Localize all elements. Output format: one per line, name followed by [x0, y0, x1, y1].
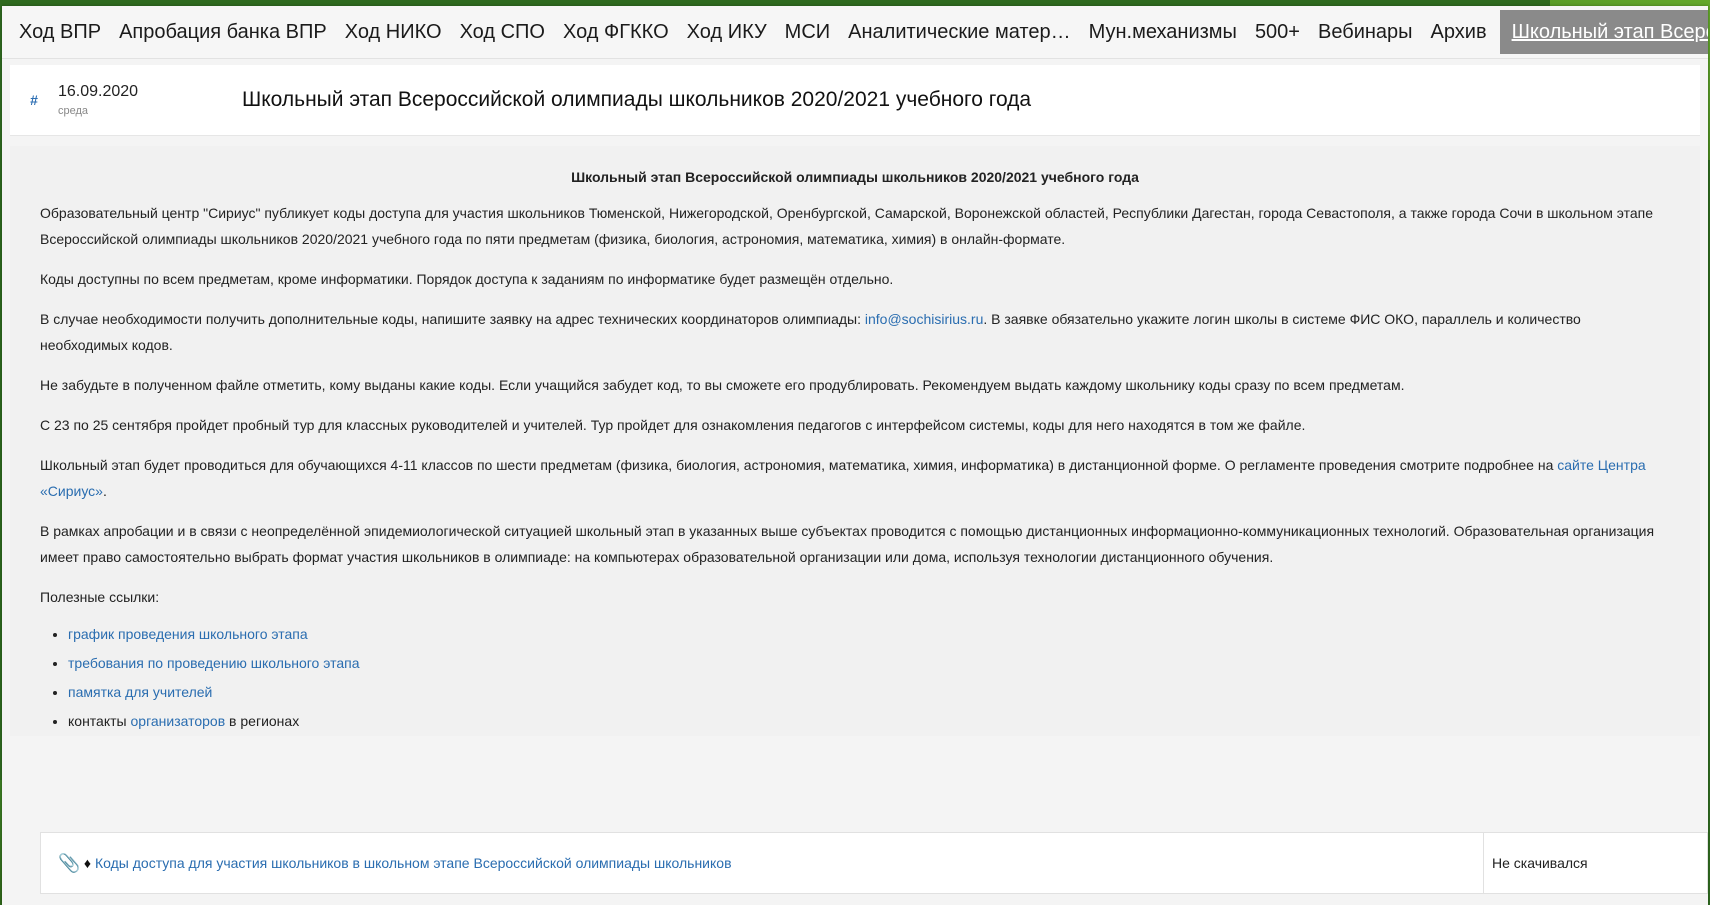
- contacts-text-end: в регионах: [225, 713, 300, 729]
- tab-analytics[interactable]: Аналитические матер…: [839, 10, 1079, 54]
- tab-vpr-bank[interactable]: Апробация банка ВПР: [110, 10, 336, 54]
- teacher-memo-link[interactable]: памятка для учителей: [68, 684, 212, 700]
- tab-niko[interactable]: Ход НИКО: [336, 10, 451, 54]
- news-date: 16.09.2020: [58, 83, 139, 100]
- tab-500plus[interactable]: 500+: [1246, 10, 1309, 54]
- paragraph-3: В случае необходимости получить дополнит…: [40, 306, 1670, 358]
- hash-icon: #: [30, 92, 38, 108]
- tab-vpr[interactable]: Ход ВПР: [10, 10, 110, 54]
- paragraph-6-text-end: .: [102, 483, 107, 499]
- paragraph-7: В рамках апробации и в связи с неопредел…: [40, 523, 1655, 565]
- paragraph-5: С 23 по 25 сентября пройдет пробный тур …: [40, 417, 1306, 433]
- attachment-link[interactable]: Коды доступа для участия школьников в шк…: [95, 855, 1483, 871]
- list-item: памятка для учителей: [68, 678, 1670, 707]
- tab-fgkko[interactable]: Ход ФГККО: [554, 10, 678, 54]
- list-item: контакты организаторов в регионах: [68, 707, 1670, 736]
- tab-mun-mechanisms[interactable]: Мун.механизмы: [1080, 10, 1246, 54]
- paragraph-2: Коды доступны по всем предметам, кроме и…: [40, 271, 894, 287]
- date-block: 16.09.2020 среда: [58, 83, 238, 117]
- paragraph-3-text: В случае необходимости получить дополнит…: [40, 311, 865, 327]
- requirements-link[interactable]: требования по проведению школьного этапа: [68, 655, 359, 671]
- schedule-link[interactable]: график проведения школьного этапа: [68, 626, 308, 642]
- attachment-icons: 📎 ♦: [41, 853, 95, 874]
- tab-archive[interactable]: Архив: [1422, 10, 1496, 54]
- article-body: Школьный этап Всероссийской олимпиады шк…: [10, 146, 1700, 736]
- browser-window: Ход ВПР Апробация банка ВПР Ход НИКО Ход…: [2, 6, 1708, 905]
- paragraph-1: Образовательный центр "Сириус" публикует…: [40, 205, 1654, 247]
- paragraph-6: Школьный этап будет проводиться для обуч…: [40, 452, 1670, 504]
- article-title: Школьный этап Всероссийской олимпиады шк…: [571, 169, 1139, 185]
- paragraph-6-text: Школьный этап будет проводиться для обуч…: [40, 457, 1558, 473]
- tab-school-stage[interactable]: Школьный этап Всеро…: [1499, 10, 1708, 54]
- tab-bar: Ход ВПР Апробация банка ВПР Ход НИКО Ход…: [2, 6, 1708, 59]
- email-link[interactable]: info@sochisirius.ru: [865, 311, 983, 327]
- news-title: Школьный этап Всероссийской олимпиады шк…: [242, 88, 1032, 111]
- tab-spo[interactable]: Ход СПО: [451, 10, 554, 54]
- news-header: # 16.09.2020 среда Школьный этап Всеросс…: [10, 65, 1700, 136]
- tab-iku[interactable]: Ход ИКУ: [678, 10, 776, 54]
- paragraph-4: Не забудьте в полученном файле отметить,…: [40, 377, 1405, 393]
- paperclip-icon: 📎: [58, 852, 81, 873]
- attachment-row: 📎 ♦ Коды доступа для участия школьников …: [40, 832, 1708, 894]
- news-weekday: среда: [58, 105, 89, 117]
- organizers-link[interactable]: организаторов: [131, 713, 226, 729]
- list-item: требования по проведению школьного этапа: [68, 649, 1670, 678]
- download-status: Не скачивался: [1483, 833, 1707, 893]
- file-icon: ♦: [83, 855, 91, 871]
- contacts-text: контакты: [68, 713, 131, 729]
- useful-links-label: Полезные ссылки:: [40, 589, 160, 605]
- list-item: график проведения школьного этапа: [68, 620, 1670, 649]
- tab-msi[interactable]: МСИ: [776, 10, 839, 54]
- tab-webinars[interactable]: Вебинары: [1309, 10, 1422, 54]
- useful-links-list: график проведения школьного этапа требов…: [40, 620, 1670, 736]
